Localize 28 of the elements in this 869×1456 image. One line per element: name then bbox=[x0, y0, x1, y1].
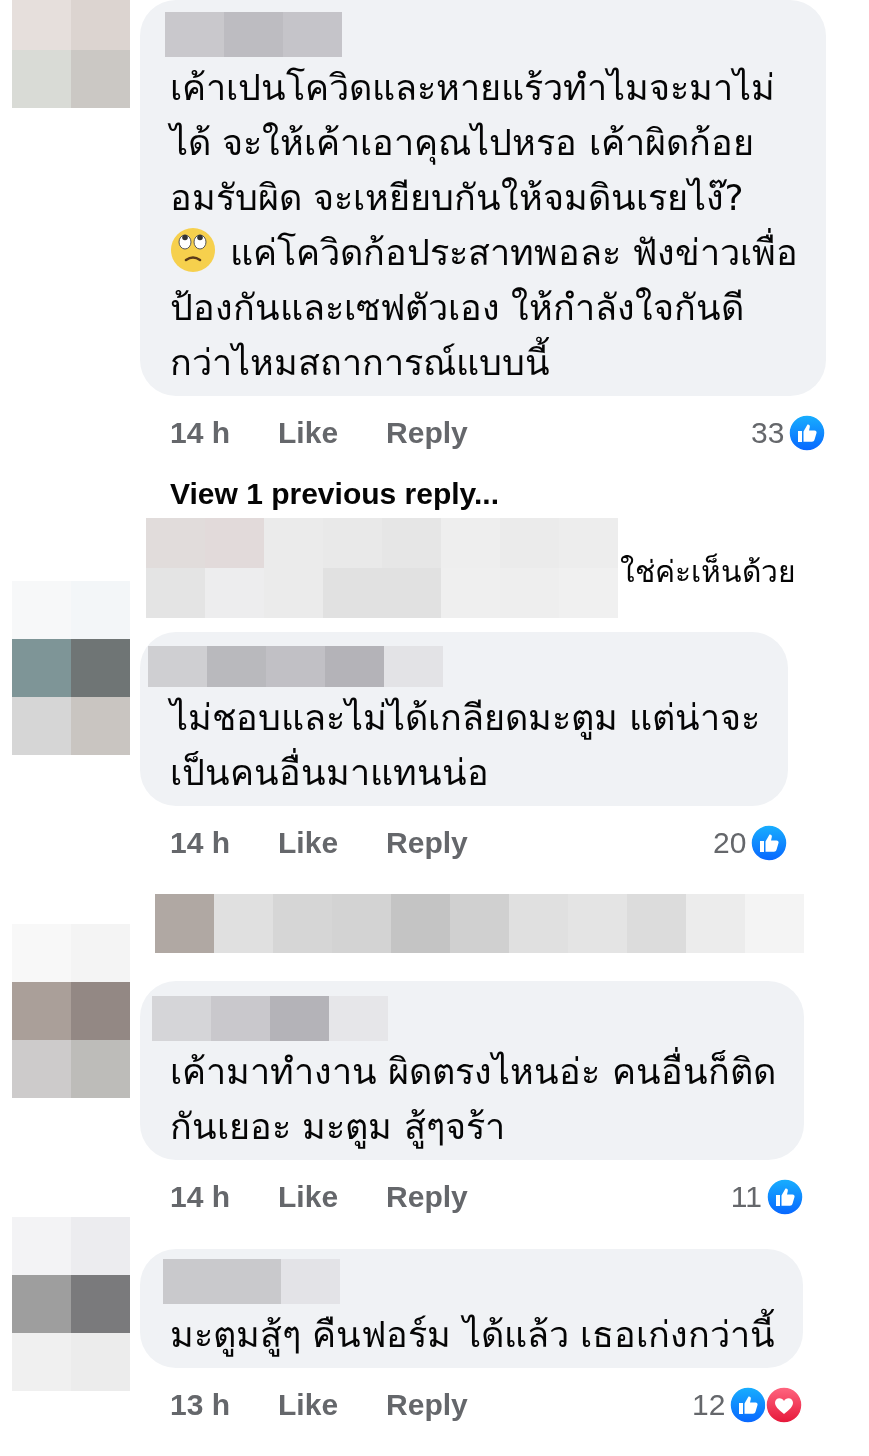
like-reaction-icon bbox=[729, 1386, 768, 1424]
like-reaction-icon bbox=[788, 414, 827, 452]
like-reaction-icon bbox=[750, 824, 789, 862]
reply-link[interactable]: Reply bbox=[386, 1388, 468, 1422]
reaction-count: 33 bbox=[751, 416, 785, 450]
reaction-count: 20 bbox=[713, 826, 747, 860]
like-reaction-icon bbox=[765, 1178, 804, 1216]
eye-roll-emoji-icon bbox=[170, 227, 216, 273]
comment-text: ป้องกันและเซฟตัวเอง ให้กำลังใจกันดี กว่าไหมสถาการณ์แบบนี้ bbox=[170, 286, 746, 385]
timestamp: 13 h bbox=[170, 1388, 231, 1422]
comment-text: เค้ามาทำงาน ผิดตรงไหนอ่ะ คนอื่นก็ติด กันเยอะ มะตูม สู้ๆจร้า bbox=[170, 1044, 776, 1154]
like-link[interactable]: Like bbox=[278, 416, 339, 450]
view-replies-link[interactable]: View 1 previous reply... bbox=[170, 472, 869, 516]
comment-text: แค่โควิดก้อประสาทพอละ ฟังข่าวเพื่อ bbox=[230, 225, 799, 280]
like-link[interactable]: Like bbox=[278, 1388, 339, 1422]
reaction-count: 12 bbox=[691, 1388, 726, 1422]
comment-text: มะตูมสู้ๆ คืนฟอร์ม ได้แล้ว เธอเก่งกว่านี้ bbox=[170, 1307, 776, 1362]
reaction-count: 11 bbox=[730, 1180, 762, 1214]
timestamp: 14 h bbox=[170, 1180, 231, 1214]
like-link[interactable]: Like bbox=[278, 1180, 339, 1214]
reply-link[interactable]: Reply bbox=[386, 416, 468, 450]
reply-text: ใช่ค่ะเห็นด้วย bbox=[620, 552, 796, 591]
timestamp: 14 h bbox=[170, 826, 231, 860]
reply-link[interactable]: Reply bbox=[386, 1180, 468, 1214]
heart-reaction-icon bbox=[765, 1386, 804, 1424]
reply-link[interactable]: Reply bbox=[386, 826, 468, 860]
like-link[interactable]: Like bbox=[278, 826, 339, 860]
timestamp: 14 h bbox=[170, 416, 231, 450]
